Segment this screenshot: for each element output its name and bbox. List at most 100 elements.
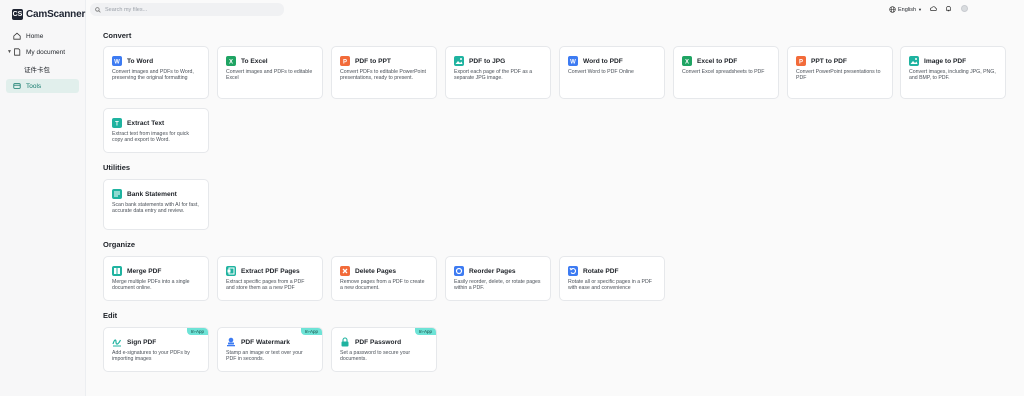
tool-description: Convert images and PDFs to editable Exce… [226,69,313,82]
rotate-icon [568,266,578,276]
tool-title: PDF Password [355,338,402,346]
tool-description: Rotate all or specific pages in a PDF wi… [568,279,652,292]
tool-card-pdf-to-jpg[interactable]: PDF to JPG Export each page of the PDF a… [445,46,551,99]
tool-card-reorder-pages[interactable]: Reorder Pages Easily reorder, delete, or… [445,256,551,301]
sidebar-item-my-document[interactable]: ▼ My document [6,45,79,59]
tool-card-bank-statement[interactable]: Bank Statement Scan bank statements with… [103,179,209,230]
tool-description: Set a password to secure your documents. [340,350,411,363]
tool-description: Convert Word to PDF Online [568,69,634,75]
tool-description: Convert Excel spreadsheets to PDF [682,69,765,75]
tool-card-rotate-pdf[interactable]: Rotate PDF Rotate all or specific pages … [559,256,665,301]
stamp-icon [226,337,236,347]
bank-statement-icon [112,189,122,199]
svg-text:X: X [229,60,233,66]
word-icon: W [112,56,122,66]
app-logo[interactable]: CS CamScanner [12,9,85,20]
svg-text:P: P [343,60,347,66]
tool-card-to-word[interactable]: W To Word Convert images and PDFs to Wor… [103,46,209,99]
tool-description: Scan bank statements with AI for fast, a… [112,202,199,215]
tool-description: Convert images, including JPG, PNG, and … [909,69,996,82]
tool-title: Merge PDF [127,267,162,275]
globe-icon [889,6,896,13]
tool-description: Export each page of the PDF as a separat… [454,69,533,82]
tool-card-extract-pdf-pages[interactable]: Extract PDF Pages Extract specific pages… [217,256,323,301]
search-input[interactable] [105,6,275,13]
tool-card-ppt-to-pdf[interactable]: P PPT to PDF Convert PowerPoint presenta… [787,46,893,99]
chevron-down-icon: ▼ [918,7,922,12]
tool-title: Image to PDF [924,57,967,65]
logo-mark: CS [12,9,23,20]
tool-card-word-to-pdf[interactable]: W Word to PDF Convert Word to PDF Online [559,46,665,99]
tools-icon [13,83,21,89]
tool-title: Sign PDF [127,338,157,346]
svg-text:T: T [115,122,119,128]
tool-title: Word to PDF [583,57,623,65]
tool-description: Remove pages from a PDF to create a new … [340,279,425,292]
word-icon: W [568,56,578,66]
tool-title: Bank Statement [127,190,177,198]
tool-card-to-excel[interactable]: X To Excel Convert images and PDFs to ed… [217,46,323,99]
tool-card-delete-pages[interactable]: Delete Pages Remove pages from a PDF to … [331,256,437,301]
ppt-icon: P [340,56,350,66]
tool-card-pdf-to-ppt[interactable]: P PDF to PPT Convert PDFs to editable Po… [331,46,437,99]
tool-title: PDF to JPG [469,57,506,65]
sidebar-item-label: Tools [26,82,42,90]
document-icon [14,48,21,56]
text-scan-icon: T [112,118,122,128]
tool-description: Extract specific pages from a PDF and st… [226,279,305,292]
section-title-convert: Convert [103,31,132,40]
avatar[interactable] [961,5,968,12]
bell-icon[interactable] [945,5,952,14]
tool-card-merge-pdf[interactable]: Merge PDF Merge multiple PDFs into a sin… [103,256,209,301]
search-icon [95,6,101,13]
tool-card-sign-pdf[interactable]: In-App Sign PDF Add e-signatures to your… [103,327,209,372]
tool-title: Extract PDF Pages [241,267,300,275]
sidebar-item-label: Home [26,32,44,40]
tool-title: Excel to PDF [697,57,738,65]
top-right-toolbar: English ▼ [889,5,967,14]
language-selector[interactable]: English ▼ [889,6,922,13]
svg-text:W: W [570,60,576,66]
cloud-icon[interactable] [930,5,937,14]
in-app-badge: In-App [300,328,322,335]
sidebar: CS CamScanner Home ▼ My document 证件卡包 To… [0,0,86,396]
in-app-badge: In-App [186,328,208,335]
tool-description: Convert images and PDFs to Word, preserv… [112,69,194,82]
svg-text:X: X [685,60,689,66]
tool-description: Extract text from images for quick copy … [112,131,189,144]
tool-title: PPT to PDF [811,57,847,65]
tool-title: To Word [127,57,154,65]
tool-title: PDF to PPT [355,57,391,65]
tool-description: Stamp an image or text over your PDF in … [226,350,303,363]
lock-icon [340,337,350,347]
sidebar-item-home[interactable]: Home [6,29,79,43]
sidebar-item-label: My document [26,48,66,56]
sidebar-item-tools[interactable]: Tools [6,79,79,93]
tool-card-extract-text[interactable]: T Extract Text Extract text from images … [103,108,209,153]
svg-text:P: P [799,60,803,66]
search-bar[interactable] [90,3,284,16]
section-title-edit: Edit [103,311,118,320]
app-name: CamScanner [26,9,86,20]
tool-card-pdf-watermark[interactable]: In-App PDF Watermark Stamp an image or t… [217,327,323,372]
excel-icon: X [682,56,692,66]
image-icon [909,56,919,66]
section-title-utilities: Utilities [103,163,131,172]
extract-pages-icon [226,266,236,276]
tool-description: Merge multiple PDFs into a single docume… [112,279,190,292]
sidebar-item-label: 证件卡包 [24,67,50,74]
chevron-down-icon[interactable]: ▼ [7,49,12,55]
svg-text:W: W [114,60,120,66]
delete-pages-icon [340,266,350,276]
sidebar-item-id-cards[interactable]: 证件卡包 [6,62,79,76]
tool-card-excel-to-pdf[interactable]: X Excel to PDF Convert Excel spreadsheet… [673,46,779,99]
reorder-pages-icon [454,266,464,276]
signature-icon [112,337,122,347]
tool-card-image-to-pdf[interactable]: Image to PDF Convert images, including J… [900,46,1006,99]
tool-card-pdf-password[interactable]: In-App PDF Password Set a password to se… [331,327,437,372]
excel-icon: X [226,56,236,66]
image-icon [454,56,464,66]
tool-description: Convert PDFs to editable PowerPoint pres… [340,69,426,82]
section-title-organize: Organize [103,240,136,249]
tool-title: Reorder Pages [469,267,516,275]
